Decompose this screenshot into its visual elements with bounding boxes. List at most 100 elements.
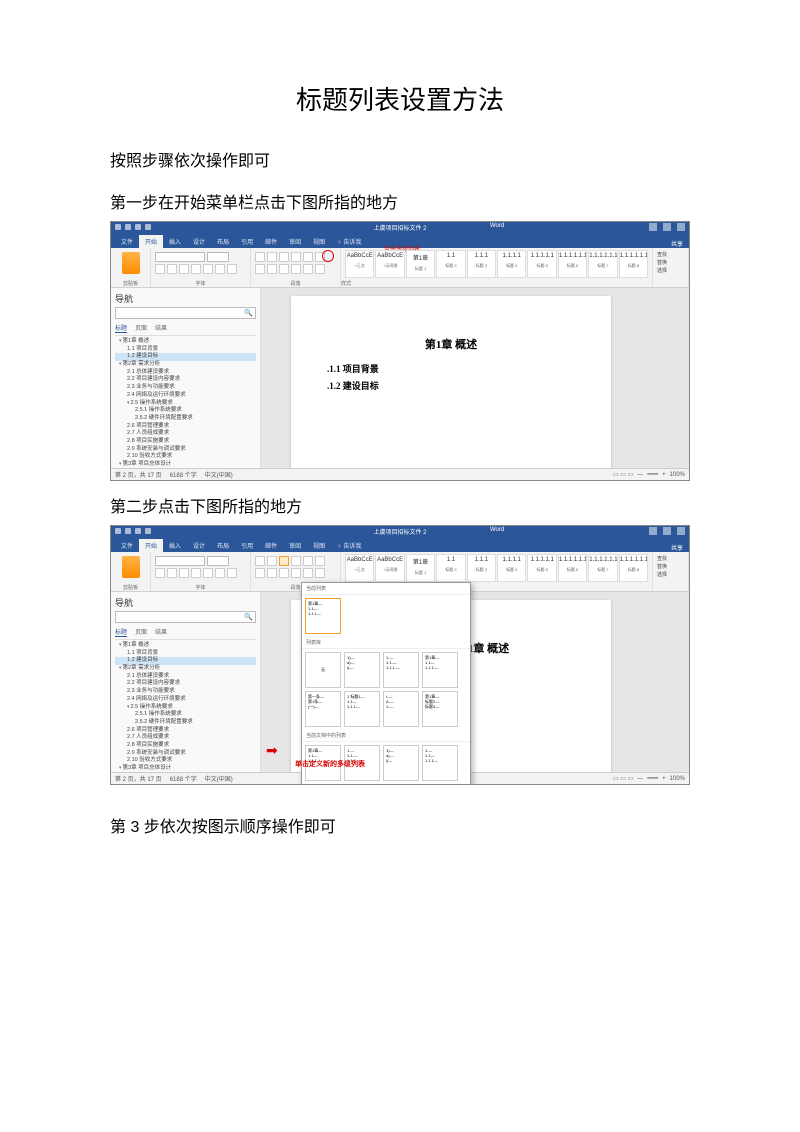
- nav-item[interactable]: 2.5.1 操作系统要求: [115, 407, 256, 415]
- nav-item[interactable]: 2.10 验收方式要求: [115, 757, 256, 765]
- style-card[interactable]: 1.1.1.1.1.1标题 6: [558, 250, 587, 278]
- nav-item[interactable]: 2.10 验收方式要求: [115, 453, 256, 461]
- tab-layout[interactable]: 布局: [211, 235, 235, 248]
- nav-item[interactable]: 第2章 需求分析: [115, 361, 256, 369]
- tab-insert[interactable]: 插入: [163, 539, 187, 552]
- nav-item[interactable]: 2.4 网络及运行环境要求: [115, 392, 256, 400]
- tab-home[interactable]: 开始: [139, 539, 163, 552]
- nav-search-input[interactable]: 🔍: [115, 611, 256, 623]
- nav-item[interactable]: 2.5.2 硬件环境配置要求: [115, 719, 256, 727]
- nav-item[interactable]: 2.8 项目实施要求: [115, 742, 256, 750]
- tab-review[interactable]: 审阅: [283, 539, 307, 552]
- page-sheet[interactable]: 第1章 概述 .1.1 项目背景 .1.2 建设目标: [291, 296, 611, 476]
- share-button[interactable]: 共享: [671, 239, 689, 248]
- ml-thumb[interactable]: 第一条—第1条—(一)—: [305, 691, 341, 727]
- replace-button[interactable]: 替换: [657, 563, 684, 570]
- style-card[interactable]: 1.1.1.1.1.1.1标题 7: [588, 250, 617, 278]
- style-card[interactable]: 第1章标题 1: [406, 554, 435, 582]
- nav-tab-pages[interactable]: 页面: [135, 323, 147, 333]
- nav-item[interactable]: 2.8 项目实施要求: [115, 438, 256, 446]
- nav-item[interactable]: 2.3 业务与功能要求: [115, 384, 256, 392]
- ml-thumb[interactable]: 1.—1.1—1.1.1—: [422, 745, 458, 781]
- nav-item[interactable]: 2.7 人员组成要求: [115, 734, 256, 742]
- tab-insert[interactable]: 插入: [163, 235, 187, 248]
- nav-tab-results[interactable]: 结果: [155, 323, 167, 333]
- nav-item[interactable]: 第1章 概述: [115, 338, 256, 346]
- style-card[interactable]: 1.1.1.1.1.1.1标题 7: [588, 554, 617, 582]
- ml-thumb[interactable]: 第1章—1.1—1.1.1—: [422, 652, 458, 688]
- nav-item[interactable]: 2.5.1 操作系统要求: [115, 711, 256, 719]
- ml-thumb-current[interactable]: 第1章—1.1—1.1.1—: [305, 598, 341, 634]
- nav-tab-headings[interactable]: 标题: [115, 323, 127, 333]
- multilevel-list-button[interactable]: [279, 556, 289, 566]
- style-card[interactable]: 1.1标题 2: [436, 250, 465, 278]
- style-card[interactable]: 1.1.1标题 3: [467, 250, 496, 278]
- select-button[interactable]: 选择: [657, 267, 684, 274]
- ml-thumb[interactable]: I.—A.—1.—: [383, 691, 419, 727]
- nav-search-input[interactable]: 🔍: [115, 307, 256, 319]
- tab-layout[interactable]: 布局: [211, 539, 235, 552]
- view-buttons[interactable]: ▭ ▭ ▭: [613, 775, 633, 782]
- status-zoom[interactable]: 100%: [670, 472, 685, 478]
- ml-thumb[interactable]: 一.—(一)—1.—: [305, 784, 341, 785]
- style-card[interactable]: AaBbCcE+无间隔: [375, 250, 404, 278]
- nav-item[interactable]: 1.2 建设目标: [115, 353, 256, 361]
- nav-item[interactable]: 2.5.2 硬件环境配置要求: [115, 415, 256, 423]
- paste-icon[interactable]: [122, 556, 140, 578]
- tab-review[interactable]: 审阅: [283, 235, 307, 248]
- style-card[interactable]: 1.1.1.1.1标题 5: [527, 554, 556, 582]
- tab-view[interactable]: 视图: [307, 235, 331, 248]
- tab-view[interactable]: 视图: [307, 539, 331, 552]
- nav-item[interactable]: 第3章 项目总体设计: [115, 461, 256, 468]
- multilevel-list-button[interactable]: [279, 252, 289, 262]
- tab-home[interactable]: 开始: [139, 235, 163, 248]
- share-button[interactable]: 共享: [671, 543, 689, 552]
- tab-mail[interactable]: 邮件: [259, 539, 283, 552]
- ml-thumb[interactable]: 1 标题1—1.1—1.1.1—: [344, 691, 380, 727]
- nav-tab-results[interactable]: 结果: [155, 627, 167, 637]
- nav-tab-pages[interactable]: 页面: [135, 627, 147, 637]
- style-card[interactable]: 1.1.1.1.1.1标题 6: [558, 554, 587, 582]
- ml-thumb[interactable]: 1)—a)—i)—: [383, 745, 419, 781]
- tab-refs[interactable]: 引用: [235, 235, 259, 248]
- ml-thumb[interactable]: 第1章—1.1—1.1.1—: [344, 784, 380, 785]
- nav-item[interactable]: 2.4 网络及运行环境要求: [115, 696, 256, 704]
- style-card[interactable]: 1.1.1.1.1.1.1.1标题 8: [619, 250, 648, 278]
- replace-button[interactable]: 替换: [657, 259, 684, 266]
- ml-thumb-none[interactable]: 无: [305, 652, 341, 688]
- tab-mail[interactable]: 邮件: [259, 235, 283, 248]
- nav-item[interactable]: 2.2 项目建设内容要求: [115, 680, 256, 688]
- tab-file[interactable]: 文件: [115, 539, 139, 552]
- style-card[interactable]: 1.1.1.1.1标题 5: [527, 250, 556, 278]
- style-card[interactable]: AaBbCcE+无间隔: [375, 554, 404, 582]
- nav-tab-headings[interactable]: 标题: [115, 627, 127, 637]
- style-card[interactable]: AaBbCcE+正文: [345, 250, 374, 278]
- tab-tell[interactable]: ♀ 告诉我: [331, 539, 367, 552]
- nav-item[interactable]: 1.2 建设目标: [115, 657, 256, 665]
- view-buttons[interactable]: ▭ ▭ ▭: [613, 471, 633, 478]
- ml-thumb[interactable]: 第1章—标题2—标题3—: [422, 691, 458, 727]
- find-button[interactable]: 查找: [657, 555, 684, 562]
- nav-item[interactable]: 2.2 项目建设内容要求: [115, 376, 256, 384]
- nav-item[interactable]: 第2章 需求分析: [115, 665, 256, 673]
- window-controls[interactable]: [649, 527, 685, 535]
- style-card[interactable]: 第1章标题 1: [406, 250, 435, 278]
- nav-item[interactable]: 第3章 项目总体设计: [115, 765, 256, 772]
- style-card[interactable]: AaBbCcE+正文: [345, 554, 374, 582]
- tab-design[interactable]: 设计: [187, 539, 211, 552]
- ml-thumb[interactable]: 1)— a)— i)—: [344, 652, 380, 688]
- style-card[interactable]: 1.1.1.1.1.1.1.1标题 8: [619, 554, 648, 582]
- style-card[interactable]: 1.1标题 2: [436, 554, 465, 582]
- paste-icon[interactable]: [122, 252, 140, 274]
- tab-tell[interactable]: ♀ 告诉我: [331, 235, 367, 248]
- nav-item[interactable]: 第1章 概述: [115, 642, 256, 650]
- find-button[interactable]: 查找: [657, 251, 684, 258]
- select-button[interactable]: 选择: [657, 571, 684, 578]
- tab-file[interactable]: 文件: [115, 235, 139, 248]
- nav-item[interactable]: 2.7 人员组成要求: [115, 430, 256, 438]
- nav-item[interactable]: 2.3 业务与功能要求: [115, 688, 256, 696]
- style-card[interactable]: 1.1.1标题 3: [467, 554, 496, 582]
- tab-design[interactable]: 设计: [187, 235, 211, 248]
- style-card[interactable]: 1.1.1.1标题 4: [497, 554, 526, 582]
- ml-thumb[interactable]: 1.—1.1.—1.1.1.—: [383, 652, 419, 688]
